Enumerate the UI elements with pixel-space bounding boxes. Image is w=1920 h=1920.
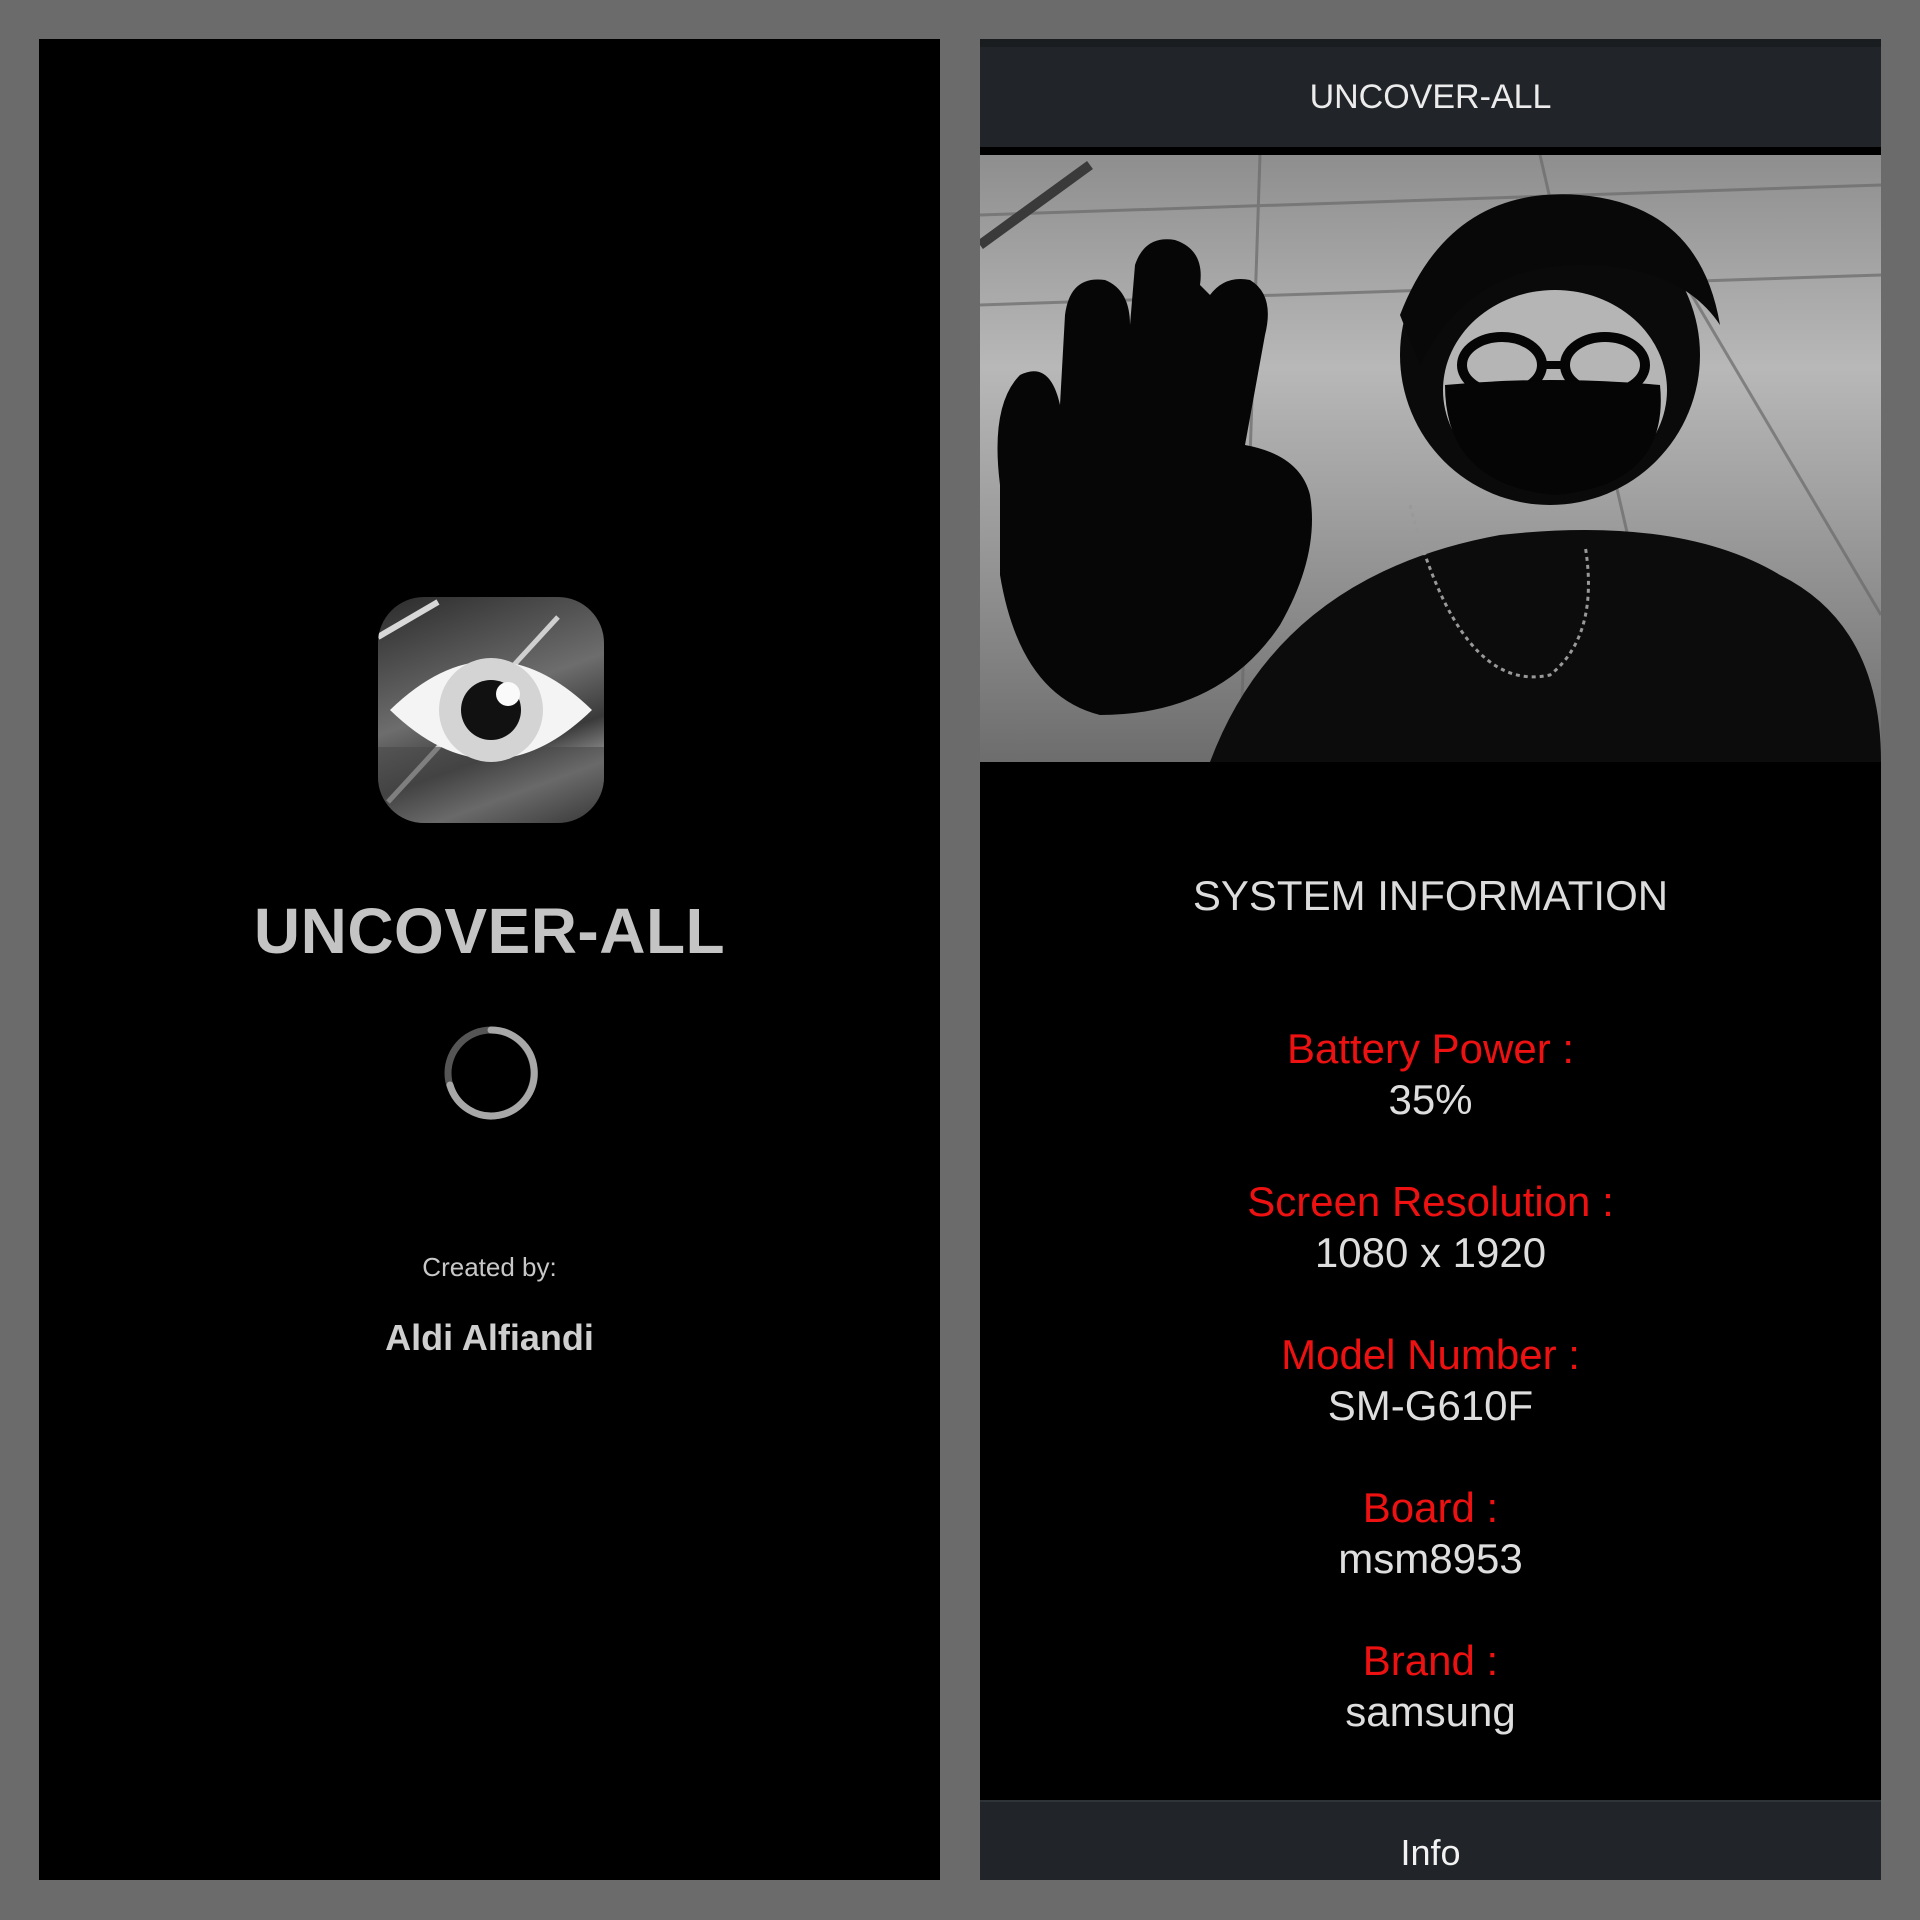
info-item-model-number: Model Number : SM-G610F <box>980 1330 1881 1432</box>
loading-spinner <box>444 1026 538 1120</box>
app-bar-title: UNCOVER-ALL <box>1309 77 1552 116</box>
app-name: UNCOVER-ALL <box>253 895 726 967</box>
divider <box>980 1778 1881 1800</box>
eye-icon <box>378 599 604 823</box>
bottom-nav-label: Info <box>1400 1831 1461 1873</box>
info-value: msm8953 <box>1338 1535 1523 1582</box>
info-value: samsung <box>1345 1688 1516 1735</box>
status-bar <box>980 39 1881 47</box>
author-name: Aldi Alfiandi <box>385 1317 594 1358</box>
section-title: SYSTEM INFORMATION <box>1192 872 1669 919</box>
splash-screen: UNCOVER-ALL Created by: Aldi Alfiandi <box>39 39 940 1880</box>
info-label: Board : <box>1362 1484 1499 1531</box>
app-logo <box>378 597 604 823</box>
profile-photo <box>980 155 1881 762</box>
bottom-nav-info[interactable]: Info <box>980 1800 1881 1880</box>
info-label: Brand : <box>1362 1637 1499 1684</box>
info-value: 35% <box>1388 1076 1473 1123</box>
info-value: SM-G610F <box>1327 1382 1534 1429</box>
info-label: Screen Resolution : <box>1247 1178 1614 1225</box>
app-bar: UNCOVER-ALL <box>980 47 1881 147</box>
info-item-brand: Brand : samsung <box>980 1636 1881 1738</box>
info-label: Battery Power : <box>1286 1025 1575 1072</box>
info-item-screen-resolution: Screen Resolution : 1080 x 1920 <box>980 1177 1881 1279</box>
info-value: 1080 x 1920 <box>1314 1229 1547 1276</box>
created-by-label: Created by: <box>422 1252 557 1282</box>
info-item-board: Board : msm8953 <box>980 1483 1881 1585</box>
info-item-battery: Battery Power : 35% <box>980 1024 1881 1126</box>
info-label: Model Number : <box>1281 1331 1580 1378</box>
system-info-screen: UNCOVER-ALL SYSTEM INFORMATION Battery P… <box>980 39 1881 1880</box>
